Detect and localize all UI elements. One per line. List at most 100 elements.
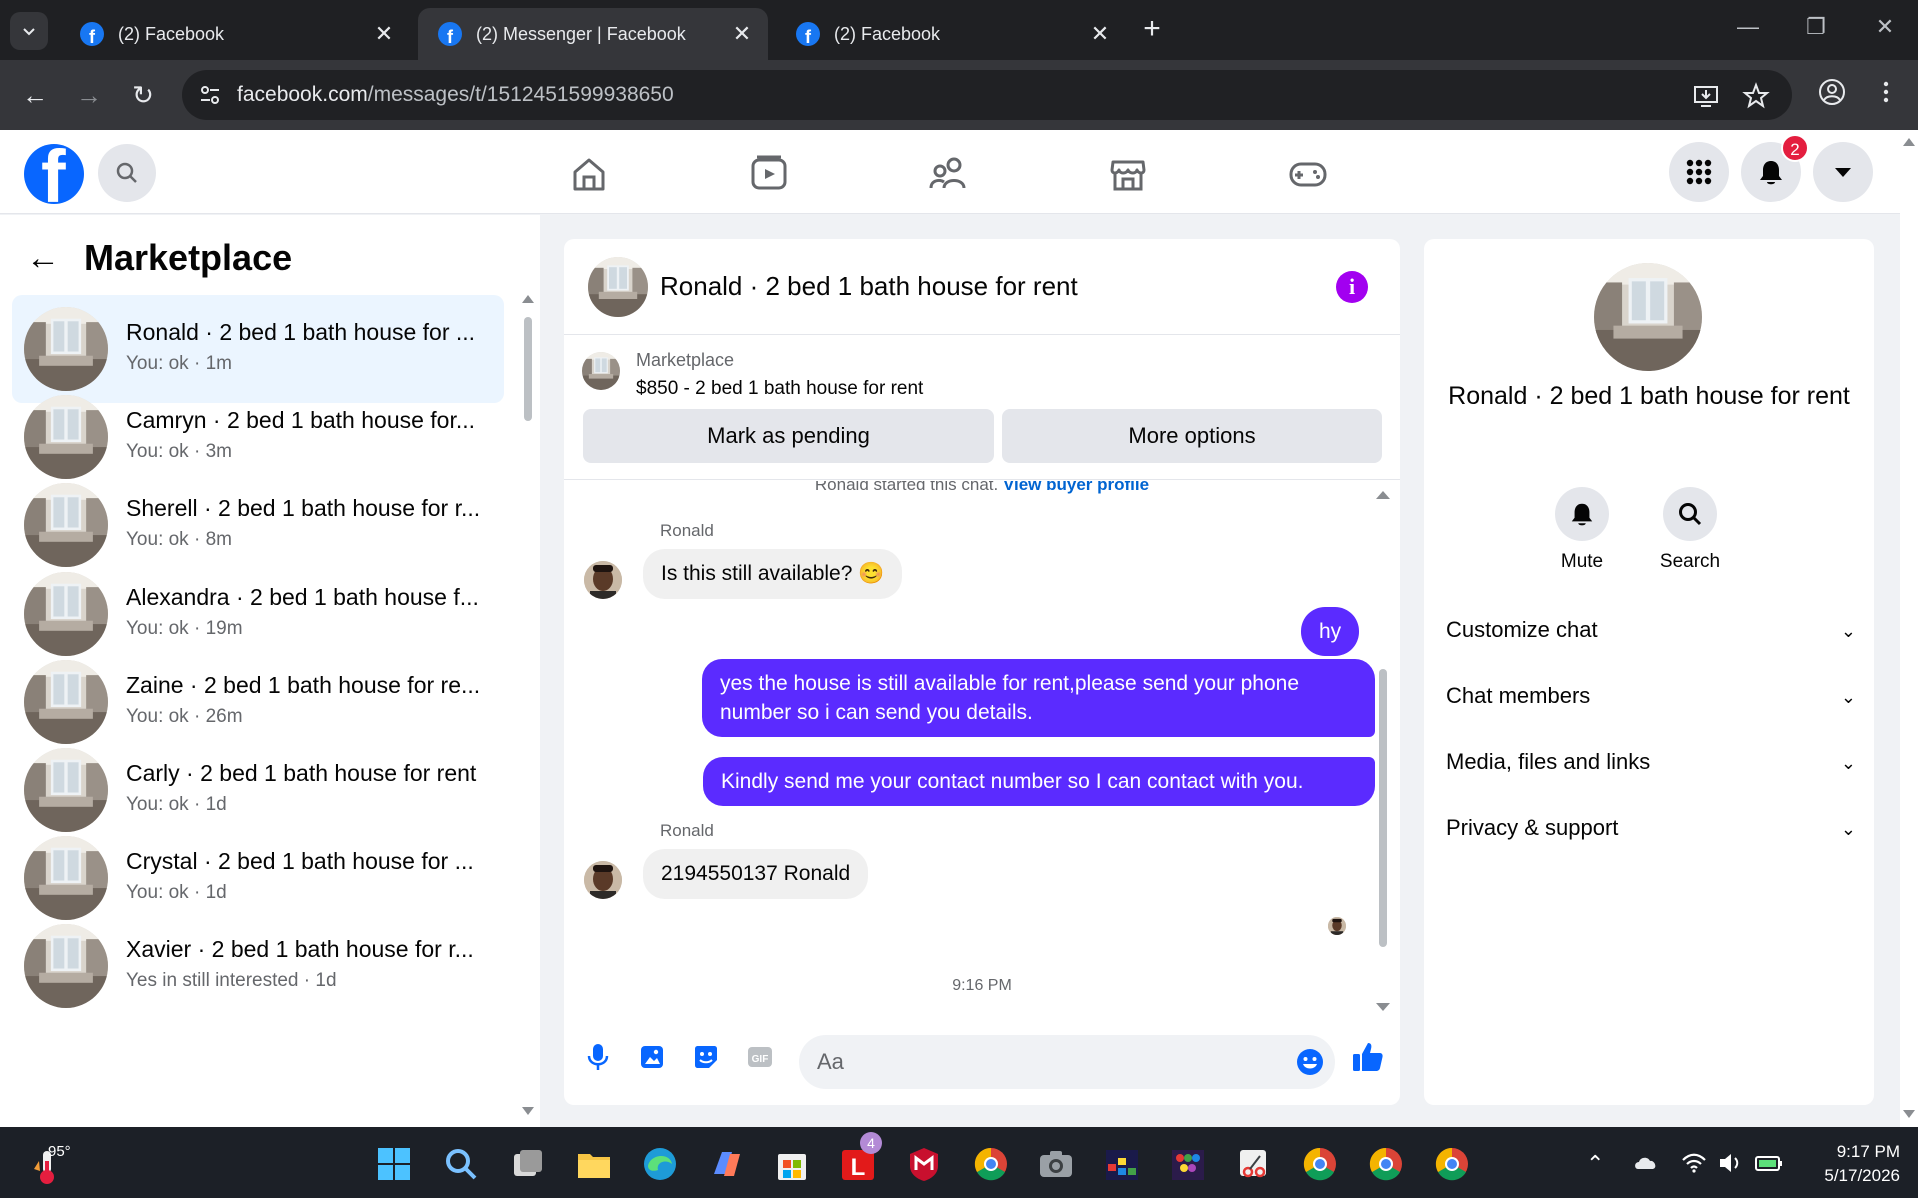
chat-panel: Ronald · 2 bed 1 bath house for rent i M… <box>564 239 1400 1105</box>
browser-menu-icon[interactable] <box>1870 76 1902 108</box>
sender-avatar[interactable] <box>584 861 622 899</box>
gaming-icon[interactable] <box>1286 152 1330 196</box>
close-window-icon[interactable]: ✕ <box>1870 14 1900 40</box>
bubble-game-icon[interactable] <box>1168 1144 1208 1184</box>
close-tab-icon[interactable]: ✕ <box>730 21 754 47</box>
media-files-links-section[interactable]: Media, files and links ⌄ <box>1446 749 1856 789</box>
listing-thumbnail[interactable] <box>582 352 620 390</box>
message-input[interactable]: Aa <box>799 1035 1335 1089</box>
conversation-avatar <box>24 659 108 744</box>
restore-icon[interactable]: ❐ <box>1801 14 1831 40</box>
microphone-icon[interactable] <box>582 1041 614 1073</box>
chrome-icon[interactable] <box>971 1144 1011 1184</box>
message-bubble-outgoing[interactable]: yes the house is still available for ren… <box>702 659 1375 737</box>
message-bubble-outgoing[interactable]: Kindly send me your contact number so I … <box>703 757 1375 806</box>
marketplace-icon[interactable] <box>1106 152 1150 196</box>
listing-title[interactable]: $850 - 2 bed 1 bath house for rent <box>636 378 923 400</box>
search-button[interactable] <box>98 144 156 202</box>
listing-avatar[interactable] <box>588 257 648 317</box>
file-explorer-icon[interactable] <box>574 1144 614 1184</box>
close-tab-icon[interactable]: ✕ <box>1088 21 1112 47</box>
show-hidden-icons-chevron-icon[interactable]: ⌃ <box>1586 1151 1604 1177</box>
browser-tab-3[interactable]: f (2) Facebook ✕ <box>776 8 1126 60</box>
message-bubble-incoming[interactable]: Is this still available? 😊 <box>643 549 903 599</box>
wifi-icon[interactable] <box>1680 1149 1708 1177</box>
thumbs-up-icon[interactable] <box>1350 1039 1386 1075</box>
chat-members-section[interactable]: Chat members ⌄ <box>1446 683 1856 723</box>
photo-icon[interactable] <box>636 1041 668 1073</box>
message-bubble-incoming[interactable]: 2194550137 Ronald <box>643 849 869 899</box>
tab-search-button[interactable] <box>10 12 48 50</box>
url-text: facebook.com/messages/t/1512451599938650 <box>237 83 674 106</box>
browser-tab-2[interactable]: f (2) Messenger | Facebook ✕ <box>418 8 768 60</box>
chat-scrollbar[interactable] <box>1376 491 1390 1021</box>
view-buyer-profile-link[interactable]: View buyer profile <box>1003 481 1149 494</box>
conversation-scrollbar[interactable] <box>522 295 534 1115</box>
chrome-profile-icon[interactable] <box>1366 1144 1406 1184</box>
conversation-preview: You: ok · 3m <box>126 441 232 463</box>
home-icon[interactable] <box>567 152 611 196</box>
chevron-down-icon: ⌄ <box>1840 621 1856 641</box>
camera-icon[interactable] <box>1036 1144 1076 1184</box>
back-arrow-icon[interactable]: ← <box>26 239 60 278</box>
conversation-avatar <box>24 395 108 480</box>
onedrive-icon[interactable] <box>1632 1149 1660 1177</box>
sticker-icon[interactable] <box>690 1041 722 1073</box>
task-view-icon[interactable] <box>508 1144 548 1184</box>
chat-title[interactable]: Ronald · 2 bed 1 bath house for rent <box>660 271 1078 302</box>
conversation-name: Camryn · 2 bed 1 bath house for... <box>126 407 476 434</box>
windows-search-icon[interactable] <box>441 1144 481 1184</box>
gif-icon[interactable]: GIF <box>744 1041 776 1073</box>
system-clock[interactable]: 9:17 PM 5/17/2026 <box>1800 1140 1900 1188</box>
conversation-name: Alexandra · 2 bed 1 bath house f... <box>126 583 479 610</box>
info-icon[interactable]: i <box>1336 271 1368 303</box>
close-tab-icon[interactable]: ✕ <box>372 21 396 47</box>
privacy-support-section[interactable]: Privacy & support ⌄ <box>1446 815 1856 855</box>
back-icon[interactable]: ← <box>18 78 52 112</box>
copilot-icon[interactable] <box>706 1144 746 1184</box>
sender-avatar[interactable] <box>584 561 622 599</box>
svg-text:L: L <box>851 1154 866 1181</box>
listing-avatar[interactable] <box>1594 263 1702 371</box>
chrome-profile-icon[interactable] <box>1300 1144 1340 1184</box>
account-button[interactable] <box>1813 142 1873 202</box>
conversation-item[interactable]: Xavier · 2 bed 1 bath house for r... Yes … <box>12 912 504 1020</box>
new-tab-button[interactable]: + <box>1136 14 1168 46</box>
edge-browser-icon[interactable] <box>640 1144 680 1184</box>
mcafee-icon[interactable] <box>904 1144 944 1184</box>
search-conversation-button[interactable]: Search <box>1645 487 1735 573</box>
bookmark-star-icon[interactable] <box>1742 82 1770 110</box>
conversation-name: Sherell · 2 bed 1 bath house for r... <box>126 495 481 522</box>
chrome-profile-icon[interactable] <box>1432 1144 1472 1184</box>
mark-as-pending-button[interactable]: Mark as pending <box>583 409 994 463</box>
friends-icon[interactable] <box>926 152 970 196</box>
facebook-logo-icon[interactable]: f <box>24 144 84 204</box>
conversation-avatar <box>24 924 108 1009</box>
minimize-icon[interactable]: — <box>1733 14 1763 40</box>
snipping-tool-icon[interactable] <box>1234 1144 1274 1184</box>
message-bubble-outgoing[interactable]: hy <box>1301 607 1360 656</box>
reload-icon[interactable]: ↻ <box>126 78 160 112</box>
conversation-preview: You: ok · 8m <box>126 529 232 551</box>
browser-toolbar: ← → ↻ facebook.com/messages/t/1512451599… <box>0 60 1918 130</box>
mute-button[interactable]: Mute <box>1537 487 1627 573</box>
browser-tab-1[interactable]: f (2) Facebook ✕ <box>60 8 410 60</box>
game-block-icon[interactable] <box>1102 1144 1142 1184</box>
more-options-button[interactable]: More options <box>1002 409 1382 463</box>
site-settings-icon[interactable] <box>198 83 222 107</box>
menu-button[interactable] <box>1669 142 1729 202</box>
chevron-down-icon: ⌄ <box>1840 687 1856 707</box>
customize-chat-section[interactable]: Customize chat ⌄ <box>1446 617 1856 657</box>
video-icon[interactable] <box>747 152 791 196</box>
address-bar[interactable]: facebook.com/messages/t/1512451599938650 <box>182 70 1792 120</box>
forward-icon[interactable]: → <box>72 78 106 112</box>
microsoft-store-icon[interactable] <box>772 1144 812 1184</box>
page-scrollbar[interactable] <box>1900 130 1918 1127</box>
profile-icon[interactable] <box>1816 76 1848 108</box>
volume-icon[interactable] <box>1716 1149 1744 1177</box>
install-app-icon[interactable] <box>1692 82 1720 110</box>
emoji-icon[interactable] <box>1295 1047 1325 1077</box>
weather-widget[interactable]: 95° <box>30 1141 100 1189</box>
battery-icon[interactable] <box>1754 1149 1784 1177</box>
windows-start-icon[interactable] <box>374 1144 414 1184</box>
